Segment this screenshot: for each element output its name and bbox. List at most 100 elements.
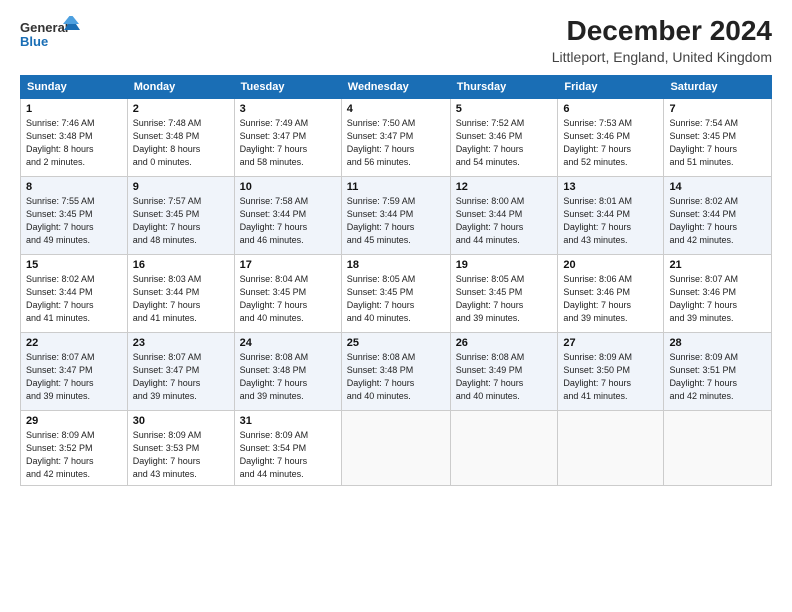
calendar-cell bbox=[341, 410, 450, 485]
day-number: 13 bbox=[563, 181, 658, 193]
day-number: 5 bbox=[456, 103, 553, 115]
col-tuesday: Tuesday bbox=[234, 75, 341, 98]
day-number: 22 bbox=[26, 337, 122, 349]
day-info: Sunrise: 8:08 AMSunset: 3:48 PMDaylight:… bbox=[347, 352, 416, 401]
calendar-cell: 7 Sunrise: 7:54 AMSunset: 3:45 PMDaylight… bbox=[664, 98, 772, 176]
calendar-cell: 24 Sunrise: 8:08 AMSunset: 3:48 PMDayligh… bbox=[234, 332, 341, 410]
calendar-cell: 2 Sunrise: 7:48 AMSunset: 3:48 PMDaylight… bbox=[127, 98, 234, 176]
calendar-cell: 20Sunrise: 8:06 AMSunset: 3:46 PMDayligh… bbox=[558, 254, 664, 332]
calendar-header-row: Sunday Monday Tuesday Wednesday Thursday… bbox=[21, 75, 772, 98]
calendar-cell: 1 Sunrise: 7:46 AMSunset: 3:48 PMDaylight… bbox=[21, 98, 128, 176]
calendar-cell bbox=[450, 410, 558, 485]
svg-text:General: General bbox=[20, 20, 68, 35]
calendar-cell: 31Sunrise: 8:09 AMSunset: 3:54 PMDayligh… bbox=[234, 410, 341, 485]
day-number: 17 bbox=[240, 259, 336, 271]
header: General Blue December 2024 Littleport, E… bbox=[20, 16, 772, 65]
main-title: December 2024 bbox=[552, 16, 772, 47]
day-info: Sunrise: 8:02 AMSunset: 3:44 PMDaylight:… bbox=[26, 274, 95, 323]
day-number: 19 bbox=[456, 259, 553, 271]
day-info: Sunrise: 8:09 AMSunset: 3:52 PMDaylight:… bbox=[26, 430, 95, 479]
day-info: Sunrise: 8:09 AMSunset: 3:50 PMDaylight:… bbox=[563, 352, 632, 401]
day-info: Sunrise: 8:07 AMSunset: 3:47 PMDaylight:… bbox=[133, 352, 202, 401]
calendar-cell: 14Sunrise: 8:02 AMSunset: 3:44 PMDayligh… bbox=[664, 176, 772, 254]
calendar-cell: 6 Sunrise: 7:53 AMSunset: 3:46 PMDaylight… bbox=[558, 98, 664, 176]
calendar-cell: 23Sunrise: 8:07 AMSunset: 3:47 PMDayligh… bbox=[127, 332, 234, 410]
calendar-cell: 19 Sunrise: 8:05 AMSunset: 3:45 PMDayligh… bbox=[450, 254, 558, 332]
col-wednesday: Wednesday bbox=[341, 75, 450, 98]
day-number: 1 bbox=[26, 103, 122, 115]
day-number: 2 bbox=[133, 103, 229, 115]
day-info: Sunrise: 8:08 AMSunset: 3:48 PMDaylight:… bbox=[240, 352, 309, 401]
day-info: Sunrise: 7:58 AMSunset: 3:44 PMDaylight:… bbox=[240, 196, 309, 245]
day-number: 6 bbox=[563, 103, 658, 115]
subtitle: Littleport, England, United Kingdom bbox=[552, 49, 772, 65]
day-number: 3 bbox=[240, 103, 336, 115]
calendar-cell: 8 Sunrise: 7:55 AMSunset: 3:45 PMDaylight… bbox=[21, 176, 128, 254]
day-number: 10 bbox=[240, 181, 336, 193]
day-info: Sunrise: 7:55 AMSunset: 3:45 PMDaylight:… bbox=[26, 196, 95, 245]
day-number: 11 bbox=[347, 181, 445, 193]
title-section: December 2024 Littleport, England, Unite… bbox=[552, 16, 772, 65]
day-info: Sunrise: 7:54 AMSunset: 3:45 PMDaylight:… bbox=[669, 118, 738, 167]
calendar-cell: 12 Sunrise: 8:00 AMSunset: 3:44 PMDayligh… bbox=[450, 176, 558, 254]
page: General Blue December 2024 Littleport, E… bbox=[0, 0, 792, 612]
day-info: Sunrise: 8:05 AMSunset: 3:45 PMDaylight:… bbox=[456, 274, 525, 323]
calendar-cell: 3 Sunrise: 7:49 AMSunset: 3:47 PMDaylight… bbox=[234, 98, 341, 176]
calendar-cell bbox=[558, 410, 664, 485]
day-number: 25 bbox=[347, 337, 445, 349]
day-number: 21 bbox=[669, 259, 766, 271]
calendar-cell: 17 Sunrise: 8:04 AMSunset: 3:45 PMDayligh… bbox=[234, 254, 341, 332]
logo-svg: General Blue bbox=[20, 16, 80, 52]
col-friday: Friday bbox=[558, 75, 664, 98]
day-number: 16 bbox=[133, 259, 229, 271]
day-info: Sunrise: 7:52 AMSunset: 3:46 PMDaylight:… bbox=[456, 118, 525, 167]
day-info: Sunrise: 8:08 AMSunset: 3:49 PMDaylight:… bbox=[456, 352, 525, 401]
day-number: 8 bbox=[26, 181, 122, 193]
calendar-cell: 29 Sunrise: 8:09 AMSunset: 3:52 PMDayligh… bbox=[21, 410, 128, 485]
col-sunday: Sunday bbox=[21, 75, 128, 98]
day-number: 24 bbox=[240, 337, 336, 349]
day-number: 9 bbox=[133, 181, 229, 193]
calendar-cell: 16Sunrise: 8:03 AMSunset: 3:44 PMDayligh… bbox=[127, 254, 234, 332]
calendar-cell: 5 Sunrise: 7:52 AMSunset: 3:46 PMDaylight… bbox=[450, 98, 558, 176]
day-info: Sunrise: 8:09 AMSunset: 3:53 PMDaylight:… bbox=[133, 430, 202, 479]
calendar-cell: 4Sunrise: 7:50 AMSunset: 3:47 PMDaylight… bbox=[341, 98, 450, 176]
col-saturday: Saturday bbox=[664, 75, 772, 98]
day-info: Sunrise: 7:48 AMSunset: 3:48 PMDaylight:… bbox=[133, 118, 202, 167]
calendar-cell: 28 Sunrise: 8:09 AMSunset: 3:51 PMDayligh… bbox=[664, 332, 772, 410]
svg-text:Blue: Blue bbox=[20, 34, 48, 49]
calendar-cell: 22Sunrise: 8:07 AMSunset: 3:47 PMDayligh… bbox=[21, 332, 128, 410]
day-number: 14 bbox=[669, 181, 766, 193]
calendar-cell: 30 Sunrise: 8:09 AMSunset: 3:53 PMDayligh… bbox=[127, 410, 234, 485]
day-number: 15 bbox=[26, 259, 122, 271]
day-info: Sunrise: 8:06 AMSunset: 3:46 PMDaylight:… bbox=[563, 274, 632, 323]
col-thursday: Thursday bbox=[450, 75, 558, 98]
logo: General Blue bbox=[20, 16, 80, 52]
day-info: Sunrise: 7:53 AMSunset: 3:46 PMDaylight:… bbox=[563, 118, 632, 167]
day-info: Sunrise: 7:50 AMSunset: 3:47 PMDaylight:… bbox=[347, 118, 416, 167]
day-number: 29 bbox=[26, 415, 122, 427]
day-number: 28 bbox=[669, 337, 766, 349]
calendar-cell: 15 Sunrise: 8:02 AMSunset: 3:44 PMDayligh… bbox=[21, 254, 128, 332]
calendar-cell: 18 Sunrise: 8:05 AMSunset: 3:45 PMDayligh… bbox=[341, 254, 450, 332]
day-number: 18 bbox=[347, 259, 445, 271]
calendar-cell: 13Sunrise: 8:01 AMSunset: 3:44 PMDayligh… bbox=[558, 176, 664, 254]
day-info: Sunrise: 7:46 AMSunset: 3:48 PMDaylight:… bbox=[26, 118, 95, 167]
calendar-cell bbox=[664, 410, 772, 485]
day-number: 7 bbox=[669, 103, 766, 115]
day-info: Sunrise: 8:05 AMSunset: 3:45 PMDaylight:… bbox=[347, 274, 416, 323]
day-info: Sunrise: 8:00 AMSunset: 3:44 PMDaylight:… bbox=[456, 196, 525, 245]
day-info: Sunrise: 8:07 AMSunset: 3:46 PMDaylight:… bbox=[669, 274, 738, 323]
day-info: Sunrise: 7:49 AMSunset: 3:47 PMDaylight:… bbox=[240, 118, 309, 167]
calendar-cell: 21 Sunrise: 8:07 AMSunset: 3:46 PMDayligh… bbox=[664, 254, 772, 332]
calendar-table: Sunday Monday Tuesday Wednesday Thursday… bbox=[20, 75, 772, 486]
calendar-cell: 10 Sunrise: 7:58 AMSunset: 3:44 PMDayligh… bbox=[234, 176, 341, 254]
day-number: 30 bbox=[133, 415, 229, 427]
day-info: Sunrise: 8:09 AMSunset: 3:51 PMDaylight:… bbox=[669, 352, 738, 401]
calendar-cell: 27 Sunrise: 8:09 AMSunset: 3:50 PMDayligh… bbox=[558, 332, 664, 410]
day-info: Sunrise: 8:04 AMSunset: 3:45 PMDaylight:… bbox=[240, 274, 309, 323]
day-number: 27 bbox=[563, 337, 658, 349]
calendar-cell: 25 Sunrise: 8:08 AMSunset: 3:48 PMDayligh… bbox=[341, 332, 450, 410]
day-number: 12 bbox=[456, 181, 553, 193]
day-number: 26 bbox=[456, 337, 553, 349]
